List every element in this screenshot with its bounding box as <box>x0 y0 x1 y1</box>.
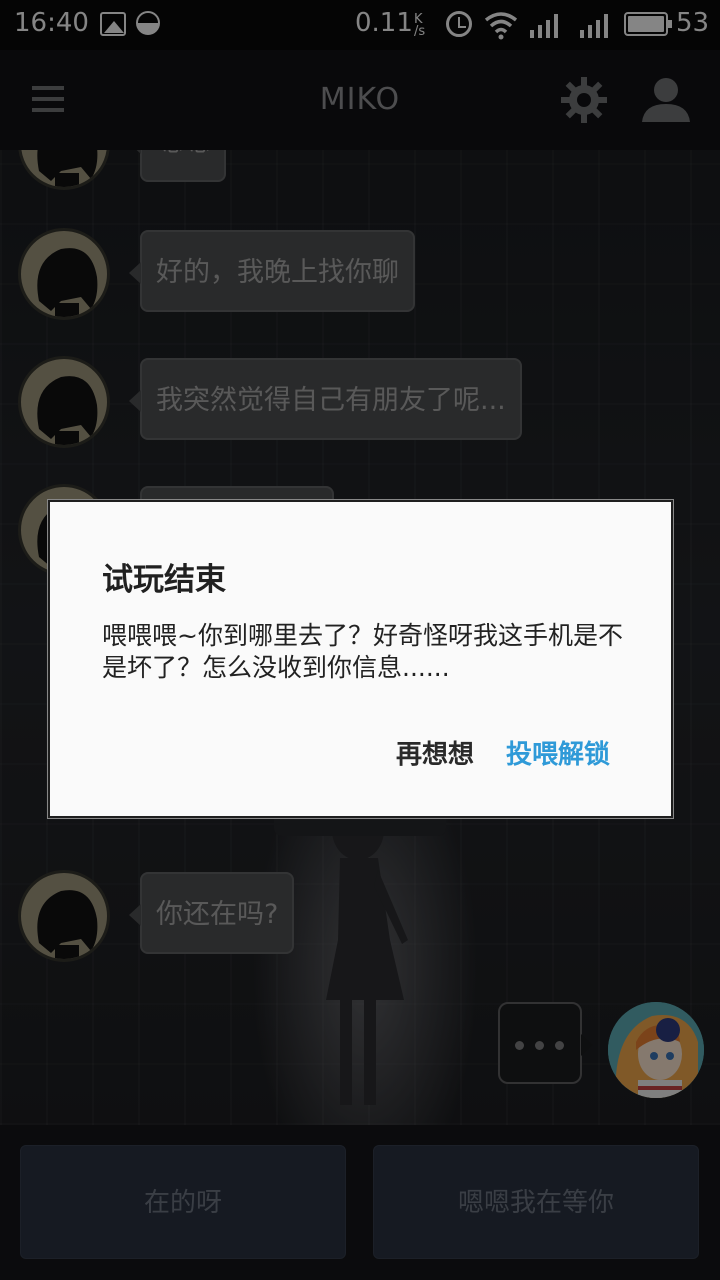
dialog-title: 试玩结束 <box>102 562 226 598</box>
trial-ended-dialog: 试玩结束 喂喂喂~你到哪里去了？好奇怪呀我这手机是不是坏了？怎么没收到你信息..… <box>48 500 673 818</box>
dialog-confirm-button[interactable]: 投喂解锁 <box>506 734 610 771</box>
dialog-message: 喂喂喂~你到哪里去了？好奇怪呀我这手机是不是坏了？怎么没收到你信息...... <box>102 621 623 682</box>
dialog-cancel-button[interactable]: 再想想 <box>396 734 474 771</box>
